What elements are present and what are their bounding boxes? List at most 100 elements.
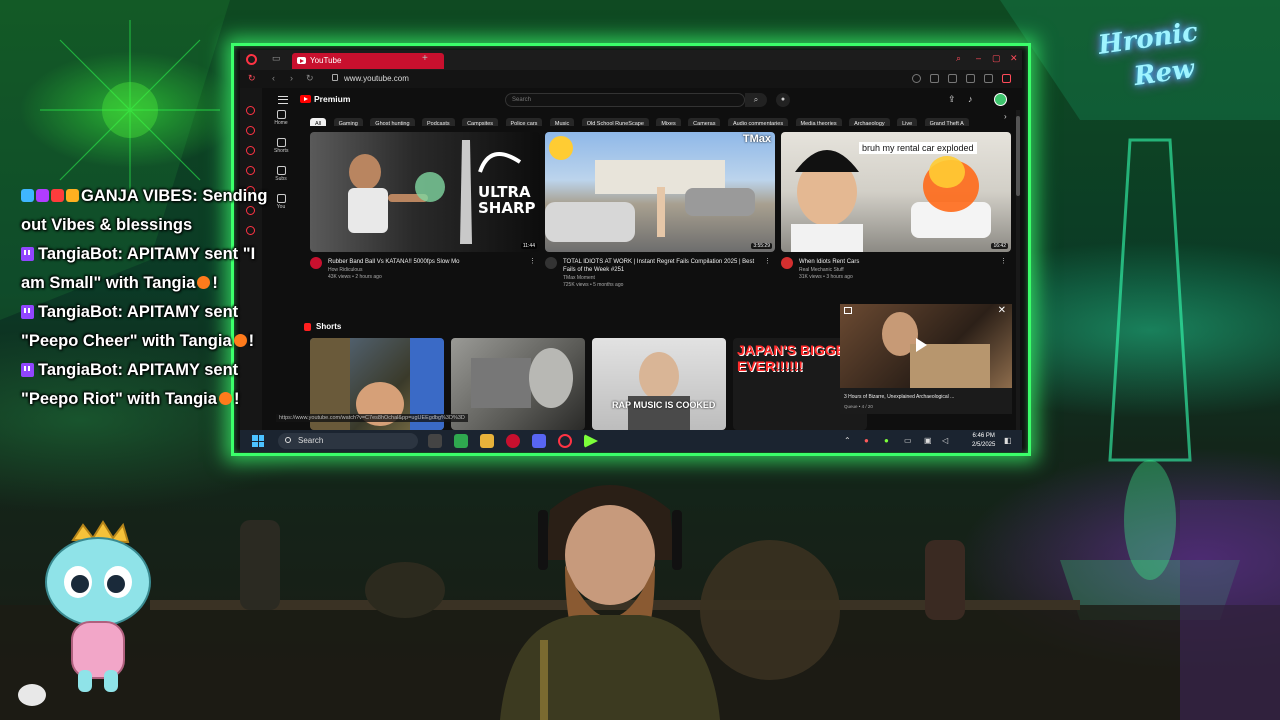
channel-avatar[interactable] [545,257,557,269]
search-button[interactable]: ⌕ [745,93,767,107]
maximize-icon[interactable]: ▢ [992,53,1001,64]
short-card[interactable]: RAP MUSIC IS COOKED [592,338,726,430]
network-icon[interactable]: ▣ [924,436,932,445]
expand-icon[interactable] [844,307,852,314]
file-explorer-icon[interactable] [480,434,494,448]
video-title[interactable]: TOTAL IDIOTS AT WORK | Instant Regret Fa… [563,258,763,274]
opera-taskbar-icon[interactable] [558,434,572,448]
video-card[interactable]: TMax 3:55:29 TOTAL IDIOTS AT WORK | Inst… [545,132,775,289]
xbox-icon[interactable] [454,434,468,448]
chip-all[interactable]: All [310,118,327,126]
guide-item-subscriptions[interactable]: Subs [274,166,288,182]
chat-exclaim: ! [233,390,240,408]
sidebar-whatsapp-icon[interactable] [246,166,255,175]
tray-keyboard-icon[interactable]: ▭ [904,436,912,445]
snapshot-icon[interactable] [948,74,957,83]
task-view-icon[interactable] [428,434,442,448]
chip[interactable]: Cameras [688,118,721,126]
chip[interactable]: Gaming [333,118,363,126]
sidebar-messenger-icon[interactable] [246,146,255,155]
miniplayer-title[interactable]: 3 Hours of Bizarre, Unexplained Archaeol… [844,394,954,400]
steam-icon[interactable] [506,434,520,448]
video-card[interactable]: bruh my rental car exploded 16:42 When I… [781,132,1011,289]
notification-icon[interactable]: ◧ [1004,436,1012,445]
chat-badge-icon [66,189,79,202]
back-icon[interactable]: ‹ [272,73,275,83]
short-card[interactable] [451,338,585,430]
guide-item-home[interactable]: Home [274,110,288,126]
miniplayer[interactable]: ✕ 3 Hours of Bizarre, Unexplained Archae… [840,304,1012,414]
sidebar-aria-icon[interactable] [246,126,255,135]
search-tabs-icon[interactable]: ⌕ [956,53,961,64]
chips-next-icon[interactable]: › [1004,112,1007,121]
tab-list-icon[interactable]: ▭ [272,53,281,64]
video-thumbnail[interactable]: TMax 3:55:29 [545,132,775,252]
youtube-header: Premium Search ⌕ ● ⇪ ♪ [262,90,1022,110]
more-options-icon[interactable]: ⋮ [1000,257,1007,265]
refresh-icon[interactable]: ↻ [306,73,314,84]
windows-start-icon[interactable] [252,435,264,447]
chip[interactable]: Police cars [505,118,543,126]
chip[interactable]: Media theories [795,118,842,126]
minimize-icon[interactable]: – [976,53,981,63]
account-avatar[interactable] [994,93,1007,106]
discord-icon[interactable] [532,434,546,448]
menu-icon[interactable] [278,96,288,104]
tray-mic-icon[interactable]: ● [884,436,889,445]
channel-name[interactable]: TMax Moment [563,275,595,281]
chip[interactable]: Old School RuneScape [581,118,649,126]
voice-search-button[interactable]: ● [776,93,790,107]
tray-overflow-icon[interactable]: ⌃ [844,436,851,445]
scrollbar-thumb[interactable] [1016,116,1020,196]
video-meta: TOTAL IDIOTS AT WORK | Instant Regret Fa… [545,257,775,289]
chip[interactable]: Audio commentaries [727,118,789,126]
wallet-icon[interactable] [966,74,975,83]
miniplayer-close-icon[interactable]: ✕ [998,305,1006,316]
video-title[interactable]: Rubber Band Ball Vs KATANA!! 5000fps Slo… [328,258,528,266]
sidebar-history-icon[interactable] [246,106,255,115]
opera-logo-icon[interactable] [246,54,257,65]
chip[interactable]: Mixes [656,118,681,126]
new-tab-button[interactable]: + [422,53,428,64]
channel-name[interactable]: How Ridiculous [328,267,362,273]
channel-name[interactable]: Real Mechanic Stuff [799,267,844,273]
stream-app-icon[interactable] [584,434,598,448]
more-options-icon[interactable]: ⋮ [529,257,536,265]
chip[interactable]: Campsites [462,118,499,126]
forward-icon[interactable]: › [290,73,293,83]
chip[interactable]: Podcasts [422,118,455,126]
play-icon[interactable] [916,338,927,352]
more-options-icon[interactable]: ⋮ [764,257,771,265]
bottom-left-icon[interactable] [18,684,46,706]
video-title[interactable]: When Idiots Rent Cars [799,258,999,266]
guide-label: Home [274,120,288,126]
chip[interactable]: Live [897,118,918,126]
chip[interactable]: Music [549,118,575,126]
guide-item-shorts[interactable]: Shorts [274,138,288,154]
taskbar-search[interactable]: Search [278,433,418,449]
search-input[interactable]: Search [505,93,745,107]
video-thumbnail[interactable]: bruh my rental car exploded 16:42 [781,132,1011,252]
close-icon[interactable]: ✕ [1010,53,1018,64]
channel-avatar[interactable] [781,257,793,269]
player-icon[interactable] [984,74,993,83]
upload-icon[interactable]: ⇪ [948,94,956,105]
reload-history-icon[interactable]: ↻ [248,73,256,84]
chip[interactable]: Grand Theft A [924,118,969,126]
zoom-icon[interactable] [912,74,921,83]
tray-app-icon[interactable]: ● [864,436,869,445]
taskbar-clock[interactable]: 6:46 PM 2/5/2025 [972,432,995,450]
extensions-icon[interactable] [930,74,939,83]
chip[interactable]: Archaeology [849,118,890,126]
miniplayer-video[interactable] [840,304,1012,388]
heart-icon[interactable] [1002,74,1011,83]
url-field[interactable]: www.youtube.com [344,74,409,83]
video-thumbnail[interactable]: ULTRA SHARP 11:44 [310,132,540,252]
youtube-logo-icon[interactable] [300,95,311,103]
notifications-bell-icon[interactable]: ♪ [968,94,973,104]
chip[interactable]: Ghost hunting [370,118,415,126]
video-card[interactable]: ULTRA SHARP 11:44 Rubber Band Ball Vs KA… [310,132,540,289]
volume-icon[interactable]: ◁ [942,436,948,445]
scrollbar[interactable] [1016,110,1020,430]
youtube-premium-label[interactable]: Premium [314,94,350,104]
